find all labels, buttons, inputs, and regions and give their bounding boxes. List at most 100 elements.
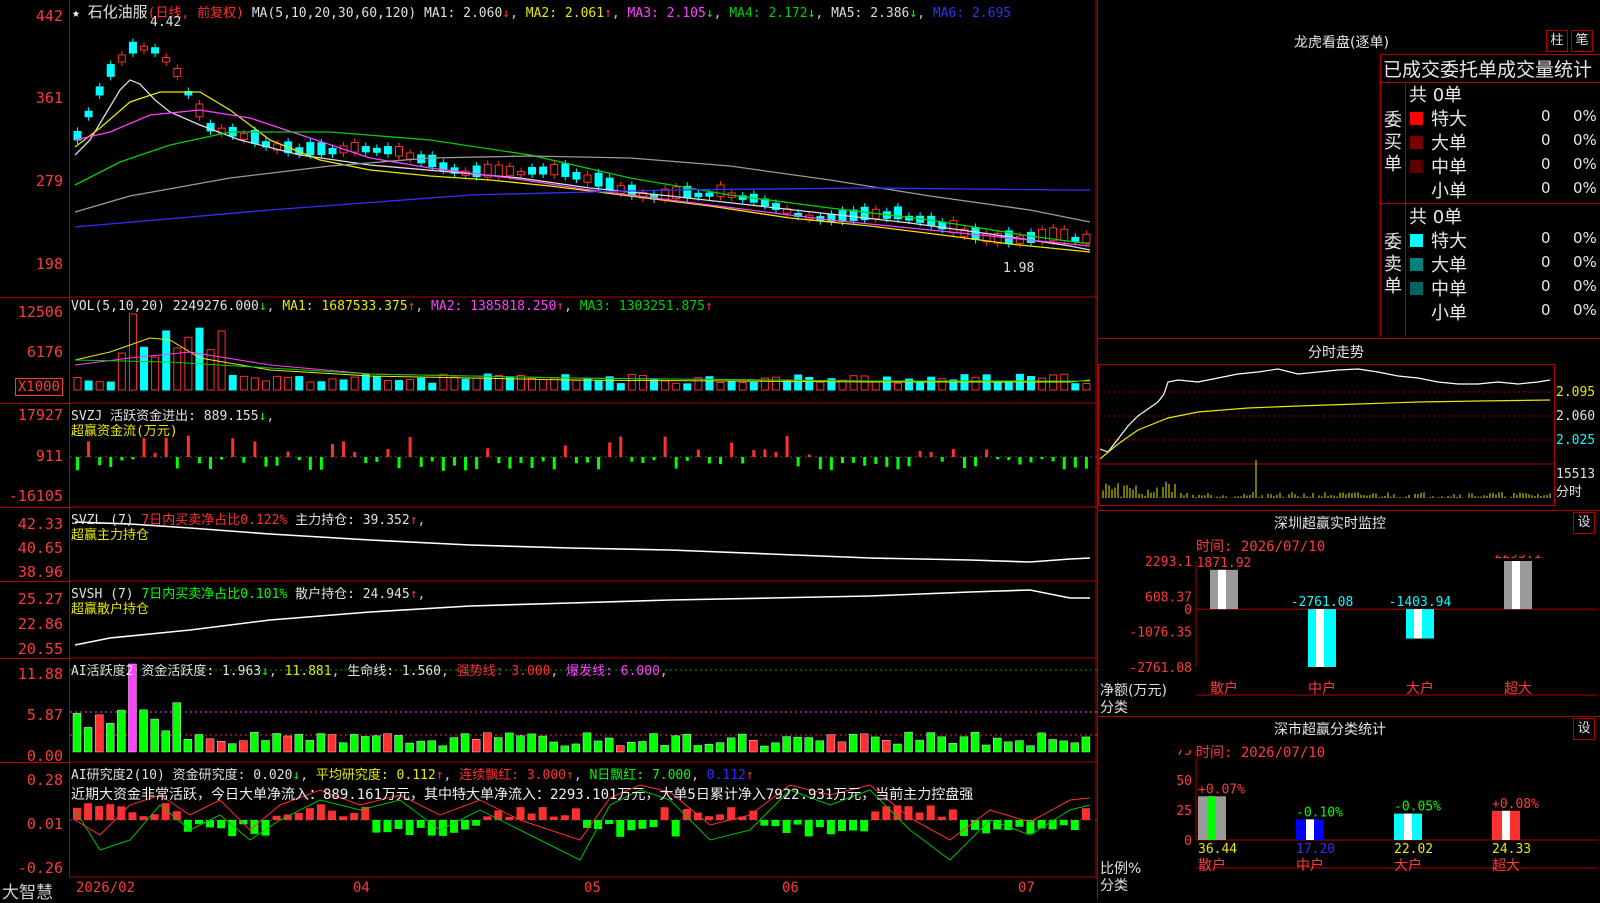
classify-tick: 50	[1176, 774, 1192, 789]
flow-bar	[242, 457, 246, 463]
candle	[406, 152, 415, 160]
research-bar	[838, 820, 846, 831]
research-bar	[638, 820, 647, 829]
svg-text:分时: 分时	[1556, 485, 1582, 500]
candle	[616, 185, 625, 194]
flow-bar	[98, 457, 102, 466]
research-bar	[405, 820, 414, 836]
activity-bar	[660, 745, 669, 753]
research-bar	[139, 816, 148, 820]
activity-bar	[704, 743, 714, 753]
flow-bar	[863, 457, 867, 466]
candle	[516, 171, 525, 176]
volume-bar	[317, 381, 326, 391]
research-bar	[461, 820, 470, 830]
candle	[605, 177, 614, 191]
flow-bar	[452, 457, 456, 466]
flow-bar	[430, 457, 434, 462]
volume-bar	[505, 377, 514, 391]
flow-bar	[685, 457, 689, 461]
volume-bar	[350, 376, 359, 391]
classify-bar-highlight	[1502, 810, 1510, 840]
order-percent: 0%	[1573, 229, 1597, 247]
volume-bar	[971, 376, 980, 391]
activity-bar	[1070, 742, 1080, 753]
monitor-settings-button[interactable]: 设	[1573, 512, 1595, 534]
row-color-swatch	[1410, 258, 1423, 271]
candle	[949, 220, 958, 234]
flow-bar	[1084, 457, 1088, 469]
bar-view-button[interactable]: 柱	[1546, 30, 1568, 52]
classify-settings-button[interactable]: 设	[1573, 718, 1595, 740]
order-size-label: 中单	[1431, 157, 1467, 178]
volume-bar	[428, 382, 437, 391]
order-count: 0	[1541, 277, 1551, 295]
date-axis: 大智慧 2026/02 04 05 06 07	[0, 878, 1097, 903]
order-count: 0	[1541, 179, 1551, 197]
flow-bar	[763, 449, 767, 457]
classify-value: 36.44	[1198, 842, 1237, 857]
activity-bar	[782, 736, 791, 753]
activity-bar	[848, 733, 858, 753]
fenshi-title: 分时走势	[1308, 345, 1364, 361]
candle	[361, 146, 370, 153]
order-count: 0	[1541, 107, 1551, 125]
flow-bar	[397, 457, 401, 469]
flow-bar	[807, 454, 811, 457]
order-count: 0	[1541, 155, 1551, 173]
activity-bar	[106, 723, 115, 753]
candle	[1060, 228, 1069, 242]
volume-bar	[417, 377, 426, 391]
volume-bar	[395, 380, 404, 391]
activity-bar	[882, 739, 891, 753]
main-chart[interactable]	[70, 0, 1097, 880]
flow-bar	[153, 452, 157, 457]
candle	[383, 146, 392, 155]
flow-bar	[275, 457, 279, 466]
flow-bar	[264, 457, 268, 467]
flow-bar	[1051, 457, 1055, 462]
research-bar	[727, 807, 736, 820]
research-bar	[538, 807, 547, 820]
research-bar	[305, 808, 314, 820]
flow-bar	[785, 436, 789, 457]
fenshi-chart[interactable]: 2.095 2.060 2.025 15513 分时	[1098, 364, 1600, 510]
activity-bar	[1037, 732, 1046, 753]
svg-text:2.025: 2.025	[1556, 433, 1595, 448]
activity-bar	[83, 727, 93, 753]
volume-bar	[372, 376, 381, 391]
volume-bar	[217, 330, 226, 391]
flow-bar	[342, 441, 346, 457]
candle	[494, 164, 503, 178]
candle	[594, 172, 603, 187]
research-bar	[826, 820, 835, 835]
tick-view-button[interactable]: 笔	[1571, 30, 1593, 52]
svg-text:2.060: 2.060	[1556, 409, 1595, 424]
activity-bar	[250, 732, 259, 753]
volume-bar	[661, 380, 670, 391]
monitor-bar-highlight	[1316, 609, 1324, 667]
classify-delta: +0.08%	[1492, 797, 1539, 812]
activity-bar	[305, 740, 315, 753]
research-bar	[383, 820, 392, 833]
activity-bar	[915, 739, 924, 753]
classify-category: 超大	[1492, 858, 1520, 874]
volume-bar	[627, 373, 636, 391]
volume-bar	[1082, 382, 1091, 391]
activity-bar	[460, 733, 470, 753]
flow-bar	[519, 457, 523, 463]
volume-bar	[339, 379, 348, 391]
classify-tick: 0	[1184, 834, 1192, 849]
volume-bar	[927, 376, 936, 391]
activity-bar	[427, 740, 436, 753]
activity-bar	[593, 740, 603, 753]
monitor-tick: 2293.1	[1145, 555, 1192, 570]
research-bar	[882, 806, 891, 820]
classify-delta: -0.05%	[1394, 800, 1441, 815]
flow-bar	[231, 438, 235, 457]
activity-bar	[394, 735, 403, 753]
order-percent: 0%	[1573, 179, 1597, 197]
activity-bar	[549, 741, 558, 753]
research-bar	[1059, 820, 1068, 826]
activity-bar	[161, 730, 170, 753]
